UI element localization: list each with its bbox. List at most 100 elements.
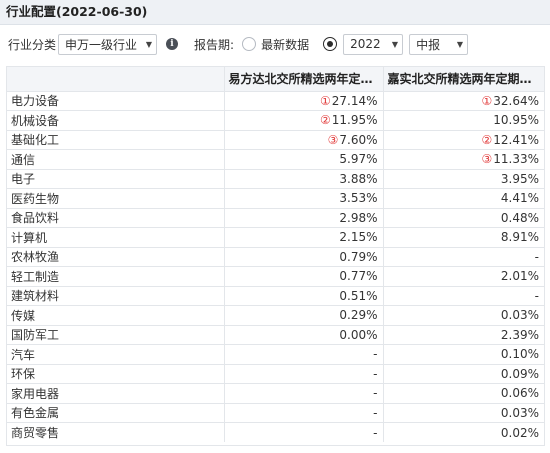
fund-a-weight-cell: -	[223, 383, 383, 404]
fund-b-weight-cell: 0.06%	[382, 383, 544, 404]
header-industry	[7, 67, 224, 92]
fund-a-weight-cell: 0.51%	[223, 286, 383, 306]
industry-name-cell: 医药生物	[7, 188, 224, 209]
industry-name-cell: 计算机	[7, 227, 224, 248]
weight-value: 0.03%	[500, 405, 539, 420]
fund-b-weight-cell: 10.95%	[382, 110, 544, 131]
table-row: 轻工制造 0.77% 2.01%	[7, 266, 544, 287]
report-period-radio[interactable]	[323, 37, 338, 51]
header-fund-a[interactable]: 易方达北交所精选两年定开...	[223, 67, 383, 92]
section-title: 行业配置(2022-06-30)	[0, 0, 550, 25]
weight-value: 2.39%	[500, 327, 539, 342]
weight-value: 2.98%	[339, 210, 378, 225]
industry-classification-value: 申万一级行业	[65, 37, 138, 52]
weight-value: -	[373, 425, 378, 440]
table-row: 汽车 - 0.10%	[7, 344, 544, 365]
fund-b-weight-cell: 0.09%	[382, 364, 544, 384]
weight-value: 0.48%	[500, 210, 539, 225]
industry-name-cell: 环保	[7, 364, 224, 384]
year-select[interactable]: 2022 ▼	[343, 33, 404, 55]
filter-toolbar: 行业分类 申万一级行业 ▼ i 报告期: 最新数据 2022 ▼ 中报 ▼	[0, 32, 550, 56]
fund-b-weight-cell: -	[382, 286, 544, 306]
weight-value: -	[534, 288, 539, 303]
fund-b-weight-cell: 4.41%	[382, 188, 544, 209]
fund-b-weight-cell: 0.10%	[382, 344, 544, 365]
table-row: 机械设备 ②11.95% 10.95%	[7, 110, 544, 131]
industry-name-cell: 汽车	[7, 344, 224, 365]
industry-name-cell: 商贸零售	[11, 426, 60, 440]
weight-value: 0.79%	[339, 249, 378, 264]
rank-badge: ③	[327, 132, 339, 147]
weight-value: 27.14%	[331, 93, 378, 108]
weight-value: 12.41%	[493, 132, 539, 147]
fund-a-weight-cell: -	[223, 364, 383, 384]
chevron-down-icon: ▼	[456, 39, 464, 49]
table-row: 家用电器 - 0.06%	[7, 383, 544, 404]
weight-value: -	[534, 249, 539, 264]
header-fund-b[interactable]: 嘉实北交所精选两年定期混...	[382, 67, 544, 92]
weight-value: -	[373, 405, 378, 420]
weight-value: 0.09%	[500, 366, 539, 381]
table-row: 食品饮料 2.98% 0.48%	[7, 208, 544, 228]
table-row: 环保 - 0.09%	[7, 364, 544, 384]
industry-name-cell: 基础化工	[7, 130, 224, 150]
weight-value: 0.00%	[339, 327, 378, 342]
weight-value: -	[373, 366, 378, 381]
weight-value: 2.15%	[339, 230, 378, 245]
industry-classification-select[interactable]: 申万一级行业 ▼	[58, 33, 158, 55]
fund-a-weight-cell: 3.88%	[223, 169, 383, 189]
weight-value: -	[373, 386, 378, 401]
weight-value: 4.41%	[500, 191, 539, 206]
report-type-select[interactable]: 中报 ▼	[409, 33, 469, 55]
year-value: 2022	[350, 37, 381, 51]
industry-classification-label: 行业分类	[8, 37, 57, 52]
fund-b-weight-cell: 8.91%	[382, 227, 544, 248]
weight-value: 0.77%	[339, 269, 378, 284]
fund-b-weight-cell: 2.39%	[382, 325, 544, 345]
industry-allocation-table: 易方达北交所精选两年定开... 嘉实北交所精选两年定期混... 电力设备 ①27.…	[6, 66, 545, 446]
industry-name-cell: 电力设备	[7, 91, 224, 111]
weight-value: 32.64%	[493, 93, 539, 108]
industry-name-cell: 电子	[7, 169, 224, 189]
weight-value: 3.53%	[339, 191, 378, 206]
fund-a-weight-cell: 0.29%	[223, 305, 383, 326]
table-row: 农林牧渔 0.79% -	[7, 247, 544, 267]
fund-a-weight-cell: 0.00%	[223, 325, 383, 345]
table-header-row: 易方达北交所精选两年定开... 嘉实北交所精选两年定期混...	[7, 67, 544, 92]
info-icon[interactable]: i	[166, 38, 179, 50]
table-row: 有色金属 - 0.03%	[7, 403, 544, 423]
industry-name-cell: 国防军工	[7, 325, 224, 345]
fund-b-weight-cell: 2.01%	[382, 266, 544, 287]
latest-data-label[interactable]: 最新数据	[261, 36, 309, 53]
fund-a-weight-cell: 0.77%	[223, 266, 383, 287]
chevron-down-icon: ▼	[391, 39, 399, 49]
table-row: 电力设备 ①27.14% ①32.64%	[7, 91, 544, 111]
weight-value: 7.60%	[339, 132, 378, 147]
weight-value: 0.03%	[500, 308, 539, 323]
table-row: 医药生物 3.53% 4.41%	[7, 188, 544, 209]
fund-b-weight-cell: -	[382, 247, 544, 267]
table-row: 商贸零售 - 0.02%	[7, 422, 544, 442]
fund-a-weight-cell: -	[223, 422, 383, 442]
table-row: 建筑材料 0.51% -	[7, 286, 544, 306]
fund-a-weight-cell: -	[223, 403, 383, 423]
fund-a-weight-cell: 5.97%	[223, 149, 383, 170]
weight-value: 0.10%	[500, 347, 539, 362]
table-row: 计算机 2.15% 8.91%	[7, 227, 544, 248]
industry-name-cell: 农林牧渔	[7, 247, 224, 267]
latest-data-radio[interactable]	[242, 37, 257, 51]
industry-name-cell: 轻工制造	[7, 266, 224, 287]
table-row: 电子 3.88% 3.95%	[7, 169, 544, 189]
fund-a-weight-cell: ①27.14%	[223, 91, 383, 111]
table-row: 国防军工 0.00% 2.39%	[7, 325, 544, 345]
industry-name-cell: 家用电器	[7, 383, 224, 404]
fund-a-weight-cell: 3.53%	[223, 188, 383, 209]
industry-name-cell: 传媒	[7, 305, 224, 326]
fund-b-weight-cell: ①32.64%	[382, 91, 544, 111]
fund-b-weight-cell: ③11.33%	[382, 149, 544, 170]
table-row: 通信 5.97% ③11.33%	[7, 149, 544, 170]
weight-value: 11.95%	[331, 113, 378, 128]
weight-value: 11.33%	[493, 152, 539, 167]
fund-b-weight-cell: 0.03%	[382, 403, 544, 423]
industry-name-cell: 有色金属	[7, 403, 224, 423]
